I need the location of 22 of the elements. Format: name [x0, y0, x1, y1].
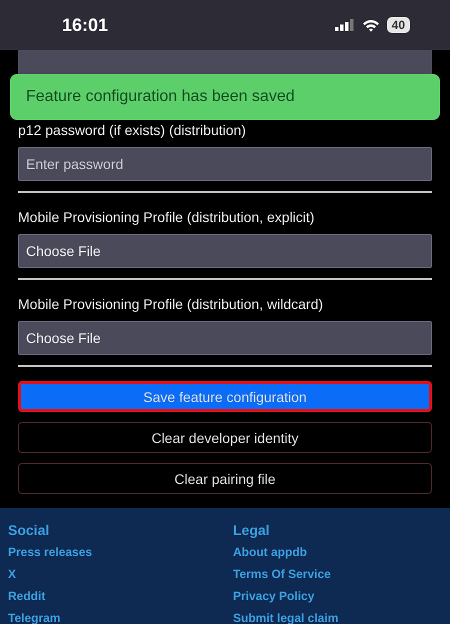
footer-link[interactable]: Privacy Policy — [233, 588, 450, 604]
field-label: Mobile Provisioning Profile (distribution, explicit) — [18, 209, 316, 225]
footer-link[interactable]: X — [8, 566, 233, 582]
footer-link[interactable]: Reddit — [8, 588, 233, 604]
password-field[interactable]: Enter password — [18, 147, 432, 181]
toast-message: Feature configuration has been saved — [10, 74, 440, 120]
signal-icon — [334, 19, 355, 31]
clear-button[interactable]: Clear developer identity — [18, 422, 432, 453]
footer-link[interactable]: Terms Of Service — [233, 566, 450, 582]
file-picker[interactable]: Choose File — [18, 321, 432, 355]
clear-button[interactable]: Clear pairing file — [18, 463, 432, 494]
status-time: 16:01 — [62, 14, 108, 36]
footer-link[interactable]: Press releases — [8, 544, 233, 560]
wifi-icon — [362, 18, 380, 32]
footer-link[interactable]: About appdb — [233, 544, 450, 560]
footer-heading: Social — [8, 522, 50, 538]
file-picker[interactable]: Choose File — [18, 234, 432, 268]
save-button[interactable]: Save feature configuration — [18, 381, 432, 412]
field-label: Mobile Provisioning Profile (distribution, wildcard) — [18, 296, 324, 312]
footer-heading: Legal — [233, 522, 271, 538]
battery-level: 40 — [386, 17, 410, 33]
field-label: p12 password (if exists) (distribution) — [18, 122, 247, 138]
